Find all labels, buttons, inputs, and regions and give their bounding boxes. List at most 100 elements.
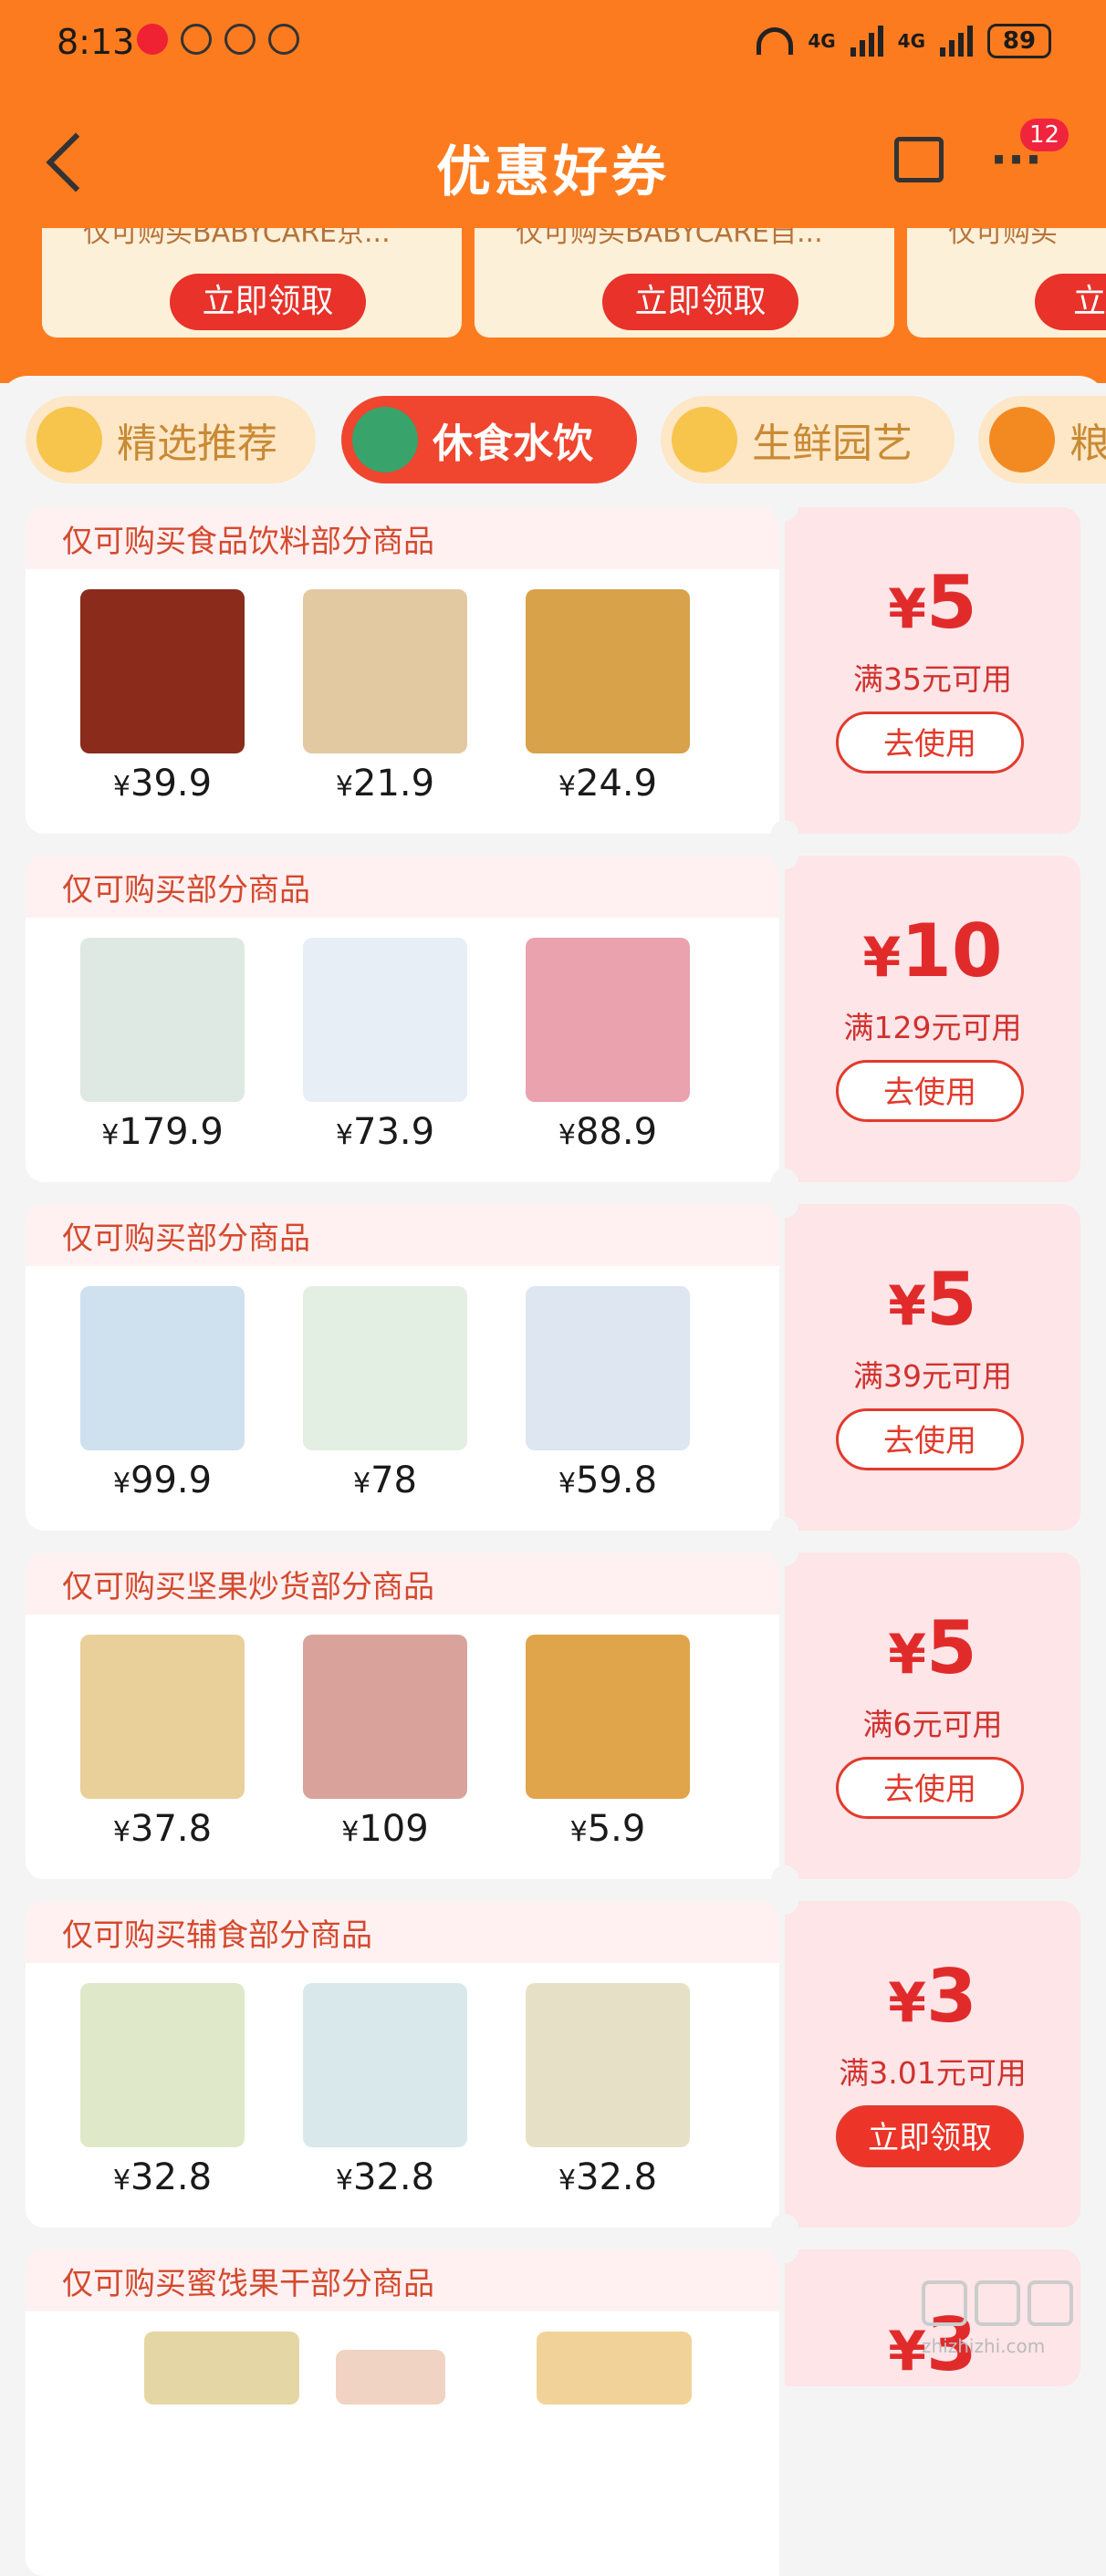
product-item[interactable]: ¥32.8: [285, 1974, 485, 2220]
tab-featured[interactable]: 精选推荐: [26, 396, 316, 483]
product-image[interactable]: [526, 1983, 690, 2147]
product-price: ¥88.9: [507, 1111, 708, 1153]
ticket-notch: [771, 2236, 798, 2263]
amount-value: 5: [926, 1605, 977, 1690]
ticket-notch: [771, 1539, 798, 1566]
tab-label: 粮: [1069, 421, 1106, 467]
grain-icon: [989, 407, 1055, 473]
durian-icon: [672, 407, 737, 473]
product-image[interactable]: [303, 1286, 467, 1450]
ticket-notch: [771, 1190, 798, 1218]
coupon-scope: 仅可购买坚果炒货部分商品: [62, 1569, 434, 1605]
claim-button[interactable]: 立即领取: [170, 274, 366, 330]
price-value: 32.8: [576, 2156, 658, 2198]
product-image[interactable]: [526, 589, 690, 753]
product-price: ¥59.8: [507, 1459, 708, 1501]
amount-value: 10: [901, 909, 1003, 993]
product-item[interactable]: ¥37.8: [62, 1626, 263, 1872]
wifi-icon: [756, 27, 794, 55]
signal-icon-1: [850, 26, 883, 57]
product-price: ¥78: [285, 1459, 485, 1501]
price-value: 78: [370, 1459, 417, 1501]
currency-symbol: ¥: [888, 2320, 927, 2384]
currency-symbol: ¥: [112, 2165, 131, 2197]
product-image[interactable]: [303, 589, 467, 753]
tab-grain[interactable]: 粮: [978, 396, 1106, 483]
coupon-amount: ¥5: [785, 562, 1080, 650]
coupon-products: 仅可购买辅食部分商品 ¥32.8 ¥32.8 ¥32.8: [26, 1901, 779, 2228]
use-coupon-button[interactable]: 去使用: [836, 1060, 1024, 1122]
tab-label: 休食水饮: [433, 421, 593, 467]
coupon-amount: ¥10: [785, 910, 1080, 999]
claim-button[interactable]: 立即领取: [602, 274, 798, 330]
product-item[interactable]: ¥32.8: [62, 1974, 263, 2220]
top-coupon-strip[interactable]: 仅可购买BABYCARE京... 立即领取 仅可购买BABYCARE自... 立…: [27, 228, 1106, 347]
product-image[interactable]: [526, 1635, 690, 1799]
price-value: 59.8: [576, 1459, 658, 1501]
product-item[interactable]: ¥99.9: [62, 1277, 263, 1523]
product-image[interactable]: [80, 938, 245, 1102]
claim-button[interactable]: 立: [1035, 274, 1106, 330]
coupon-products: 仅可购买部分商品 ¥179.9 ¥73.9 ¥88.9: [26, 856, 779, 1182]
coupon-value-panel: ¥5 满35元可用去使用: [785, 507, 1080, 834]
product-item[interactable]: ¥24.9: [507, 580, 708, 826]
product-price: ¥73.9: [285, 1111, 485, 1153]
product-item[interactable]: ¥109: [285, 1626, 485, 1872]
coupon-amount: ¥3: [785, 1956, 1080, 2044]
nav-bar: 优惠好券 ··· 12: [0, 109, 1106, 219]
notification-badge: 12: [1020, 119, 1069, 151]
product-image[interactable]: [80, 1635, 245, 1799]
snacks-icon: [352, 407, 418, 473]
ticket-notch: [771, 493, 798, 521]
top-coupon: 仅可购买BABYCARE京... 立即领取: [42, 228, 462, 338]
amount-value: 3: [926, 1954, 977, 2039]
price-value: 37.8: [130, 1808, 213, 1850]
tab-snacks-drinks[interactable]: 休食水饮: [341, 396, 637, 483]
product-item[interactable]: ¥21.9: [285, 580, 485, 826]
currency-symbol: ¥: [558, 1468, 577, 1500]
product-item[interactable]: ¥179.9: [62, 929, 263, 1175]
coupon-card: 仅可购买辅食部分商品 ¥32.8 ¥32.8 ¥32.8 ¥3 满3.01元可用 立即领取: [26, 1887, 1080, 2241]
top-coupon-desc: 仅可购买BABYCARE自...: [516, 228, 823, 249]
product-item[interactable]: ¥59.8: [507, 1277, 708, 1523]
product-image[interactable]: [526, 938, 690, 1102]
product-item[interactable]: ¥78: [285, 1277, 485, 1523]
currency-symbol: ¥: [888, 577, 927, 641]
currency-symbol: ¥: [112, 1816, 131, 1848]
coupon-scope: 仅可购买部分商品: [62, 1220, 310, 1257]
use-coupon-button[interactable]: 去使用: [836, 1757, 1024, 1819]
battery-icon: 89: [987, 24, 1051, 58]
product-image[interactable]: [526, 1286, 690, 1450]
product-image[interactable]: [80, 1286, 245, 1450]
product-image[interactable]: [303, 1635, 467, 1799]
product-price: ¥24.9: [507, 763, 708, 805]
use-coupon-button[interactable]: 去使用: [836, 1408, 1024, 1470]
product-item[interactable]: ¥39.9: [62, 580, 263, 826]
coupon-condition: 满6元可用: [862, 1707, 1003, 1742]
category-tabs: 精选推荐 休食水饮 生鲜园艺 粮: [0, 390, 1106, 491]
coupon-condition: 满35元可用: [853, 661, 1012, 697]
tab-fresh-garden[interactable]: 生鲜园艺: [661, 396, 955, 483]
top-coupon: 仅可购买BABYCARE自... 立即领取: [475, 228, 894, 338]
coupon-card: 仅可购买食品饮料部分商品 ¥39.9 ¥21.9 ¥24.9 ¥5 满35元可用 去使用: [26, 493, 1080, 847]
product-image[interactable]: [537, 2332, 692, 2405]
currency-symbol: ¥: [862, 926, 902, 990]
product-image[interactable]: [144, 2332, 299, 2405]
product-image[interactable]: [80, 1983, 245, 2147]
product-image[interactable]: [80, 589, 245, 753]
product-item[interactable]: ¥32.8: [507, 1974, 708, 2220]
product-image[interactable]: [303, 1983, 467, 2147]
claim-coupon-button[interactable]: 立即领取: [836, 2105, 1024, 2167]
product-item[interactable]: ¥88.9: [507, 929, 708, 1175]
bluetooth-icon: [268, 24, 299, 55]
currency-symbol: ¥: [112, 771, 131, 803]
product-image[interactable]: [303, 938, 467, 1102]
share-icon[interactable]: [894, 137, 944, 182]
coupon-value-panel: ¥3 满3.01元可用 立即领取: [785, 1901, 1080, 2228]
product-image[interactable]: [336, 2350, 445, 2405]
currency-symbol: ¥: [569, 1816, 588, 1848]
price-value: 24.9: [576, 763, 658, 805]
product-item[interactable]: ¥73.9: [285, 929, 485, 1175]
product-item[interactable]: ¥5.9: [507, 1626, 708, 1872]
use-coupon-button[interactable]: 去使用: [836, 712, 1024, 774]
